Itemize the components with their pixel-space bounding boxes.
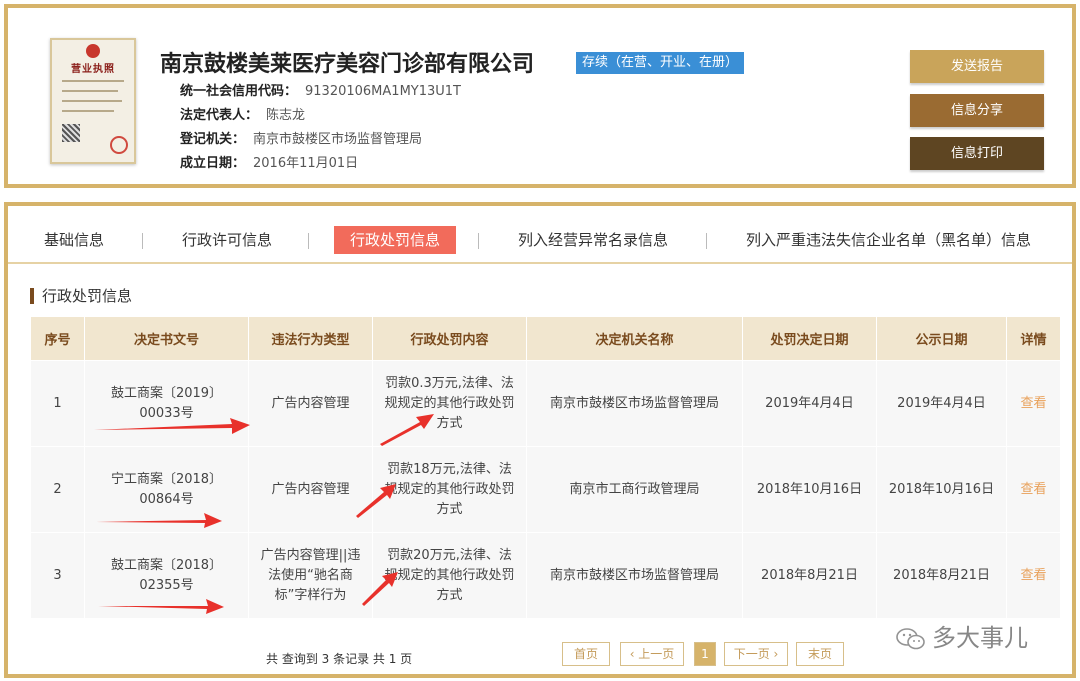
cell-penalty-content: 罚款20万元,法律、法规规定的其他行政处罚方式 [372,532,527,619]
next-page-button[interactable]: 下一页 › [724,642,788,666]
table-row: 3 鼓工商案〔2018〕02355号 广告内容管理||违法使用“驰名商标”字样行… [30,532,1061,619]
info-value: 91320106MA1MY13U1T [305,84,461,99]
info-value: 陈志龙 [266,108,306,123]
section-title: 行政处罚信息 [30,288,132,304]
cell-index: 2 [30,446,85,533]
company-header-card: 营业执照 南京鼓楼美莱医疗美容门诊部有限公司 存续（在营、开业、在册） 统一社会… [4,4,1076,188]
info-value: 南京市鼓楼区市场监督管理局 [253,132,423,147]
print-info-button[interactable]: 信息打印 [910,137,1044,170]
cell-authority: 南京市鼓楼区市场监督管理局 [526,532,743,619]
share-info-button[interactable]: 信息分享 [910,94,1044,127]
tab-separator [478,233,479,249]
official-seal-icon [110,136,128,154]
info-label: 统一社会信用代码： [180,84,298,99]
cell-index: 3 [30,532,85,619]
tab-abnormal-operation[interactable]: 列入经营异常名录信息 [518,226,668,254]
last-page-button[interactable]: 末页 [796,642,844,666]
cell-publish-date: 2019年4月4日 [876,360,1007,447]
info-established-date: 成立日期： 2016年11月01日 [180,152,358,171]
cell-violation-type: 广告内容管理 [248,360,373,447]
national-emblem-icon [86,44,100,58]
current-page-indicator[interactable]: 1 [694,642,716,666]
penalty-table: 序号 决定书文号 违法行为类型 行政处罚内容 决定机关名称 处罚决定日期 公示日… [30,316,1061,619]
prev-page-button[interactable]: ‹ 上一页 [620,642,684,666]
cell-publish-date: 2018年10月16日 [876,446,1007,533]
table-row: 1 鼓工商案〔2019〕00033号 广告内容管理 罚款0.3万元,法律、法规规… [30,360,1061,447]
cell-index: 1 [30,360,85,447]
cell-violation-type: 广告内容管理 [248,446,373,533]
header-violation-type: 违法行为类型 [248,316,373,361]
status-badge: 存续（在营、开业、在册） [576,52,745,74]
tab-admin-license[interactable]: 行政许可信息 [182,226,272,254]
cell-decision-number: 鼓工商案〔2019〕00033号 [84,360,249,447]
cell-penalty-content: 罚款18万元,法律、法规规定的其他行政处罚方式 [372,446,527,533]
info-credit-code: 统一社会信用代码： 91320106MA1MY13U1T [180,80,461,99]
cell-decision-number: 宁工商案〔2018〕00864号 [84,446,249,533]
first-page-button[interactable]: 首页 [562,642,610,666]
cell-authority: 南京市工商行政管理局 [526,446,743,533]
view-details-link[interactable]: 查看 [1006,532,1061,619]
license-line [62,80,124,82]
tab-separator [706,233,707,249]
cell-decision-date: 2018年8月21日 [742,532,877,619]
cell-decision-date: 2018年10月16日 [742,446,877,533]
watermark-text: 多大事儿 [932,624,1028,652]
tab-blacklist[interactable]: 列入严重违法失信企业名单（黑名单）信息 [746,226,1031,254]
main-info-card: 基础信息 行政许可信息 行政处罚信息 列入经营异常名录信息 列入严重违法失信企业… [4,202,1076,678]
view-details-link[interactable]: 查看 [1006,446,1061,533]
tab-basic-info[interactable]: 基础信息 [44,226,104,254]
info-legal-rep: 法定代表人： 陈志龙 [180,104,305,123]
header-details: 详情 [1006,316,1061,361]
cell-authority: 南京市鼓楼区市场监督管理局 [526,360,743,447]
tab-admin-penalty[interactable]: 行政处罚信息 [334,226,457,254]
header-decision-number: 决定书文号 [84,316,249,361]
header-index: 序号 [30,316,85,361]
tab-separator [142,233,143,249]
info-label: 登记机关： [180,132,246,147]
cell-violation-type: 广告内容管理||违法使用“驰名商标”字样行为 [248,532,373,619]
license-title: 营业执照 [71,64,115,75]
view-details-link[interactable]: 查看 [1006,360,1061,447]
header-authority: 决定机关名称 [526,316,743,361]
info-registration-authority: 登记机关： 南京市鼓楼区市场监督管理局 [180,128,422,147]
cell-decision-date: 2019年4月4日 [742,360,877,447]
business-license-image: 营业执照 [50,38,136,164]
send-report-button[interactable]: 发送报告 [910,50,1044,83]
tab-separator [308,233,309,249]
header-decision-date: 处罚决定日期 [742,316,877,361]
record-count: 共 查询到 3 条记录 共 1 页 [266,652,413,666]
table-header-row: 序号 决定书文号 违法行为类型 行政处罚内容 决定机关名称 处罚决定日期 公示日… [30,316,1061,361]
info-label: 成立日期： [180,156,246,171]
info-label: 法定代表人： [180,108,259,123]
cell-publish-date: 2018年8月21日 [876,532,1007,619]
table-row: 2 宁工商案〔2018〕00864号 广告内容管理 罚款18万元,法律、法规规定… [30,446,1061,533]
license-line [62,110,114,112]
cell-decision-number: 鼓工商案〔2018〕02355号 [84,532,249,619]
cell-penalty-content: 罚款0.3万元,法律、法规规定的其他行政处罚方式 [372,360,527,447]
license-line [62,90,118,92]
company-name: 南京鼓楼美莱医疗美容门诊部有限公司 [160,52,535,77]
license-line [62,100,122,102]
qr-code-icon [62,124,80,142]
header-penalty-content: 行政处罚内容 [372,316,527,361]
info-value: 2016年11月01日 [253,156,359,171]
wechat-icon [896,628,925,650]
tabs-bar: 基础信息 行政许可信息 行政处罚信息 列入经营异常名录信息 列入严重违法失信企业… [8,206,1072,264]
watermark: 多大事儿 [896,618,1028,653]
header-publish-date: 公示日期 [876,316,1007,361]
